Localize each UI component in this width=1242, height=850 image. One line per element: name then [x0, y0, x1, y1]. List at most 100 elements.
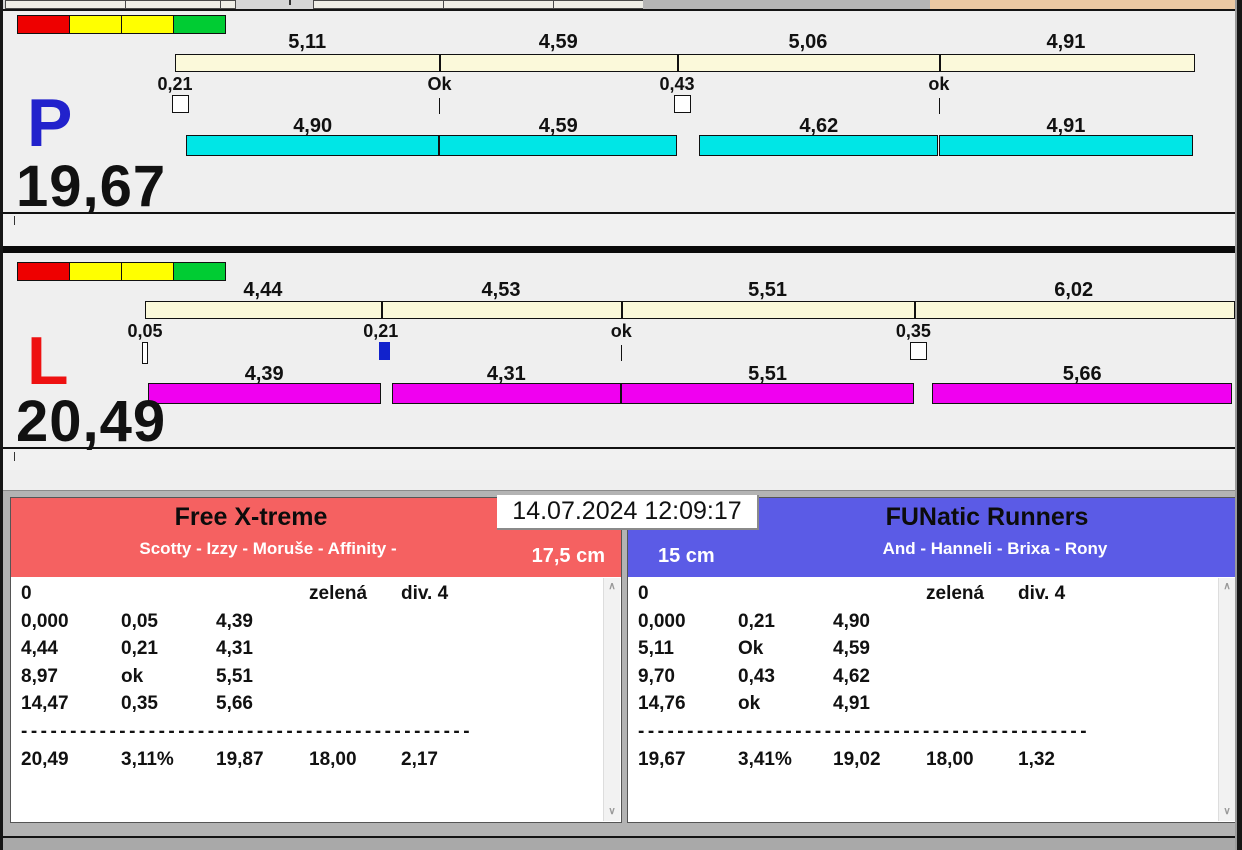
split-time-value: 4,53	[481, 279, 521, 301]
lane-letter: P	[27, 85, 73, 161]
table-cell: 4,31	[216, 638, 253, 659]
table-cell: 0,05	[121, 610, 158, 632]
window-left-border	[0, 0, 3, 850]
dog-time-labels: 4,90 4,59 4,62 4,91	[175, 115, 1193, 137]
split-time-value: 6,02	[1054, 279, 1094, 301]
cursor-artifact	[14, 452, 15, 461]
exchange-value: 0,21	[157, 74, 193, 94]
table-row: 0,000 0,05 4,39	[11, 611, 621, 639]
square-white-marker	[910, 342, 928, 360]
table-cell: 2,17	[401, 748, 438, 770]
datetime-display: 14.07.2024 12:09:17	[497, 495, 759, 530]
dog-run-bar	[145, 383, 1233, 404]
lane-divider	[3, 246, 1237, 253]
lane-total-time: 20,49	[16, 389, 167, 454]
table-row: 20,49 3,11% 19,87 18,00 2,17	[11, 749, 621, 777]
split-bar	[145, 301, 1235, 319]
table-cell: 5,66	[216, 693, 253, 714]
top-edge-widgets	[3, 0, 1237, 11]
dog-run-segment	[699, 135, 939, 156]
table-row: 14,47 0,35 5,66	[11, 693, 621, 721]
table-cell: Ok	[738, 638, 764, 659]
table-cell: 9,70	[638, 665, 675, 687]
table-cell: 4,62	[833, 665, 870, 687]
team-members: And - Hanneli - Brixa - Rony	[882, 539, 1108, 558]
split-divider	[439, 55, 442, 71]
table-cell: 0,35	[121, 693, 158, 714]
tick-marker	[621, 345, 623, 361]
table-cell: 5,51	[216, 665, 253, 687]
table-cell: 0,21	[738, 610, 775, 632]
exchange-value: ok	[928, 74, 950, 94]
table-cell: 4,90	[833, 610, 870, 632]
table-row: 0 zelená div. 4	[628, 583, 1236, 611]
cursor-artifact	[14, 216, 15, 225]
table-cell: 14,76	[638, 693, 686, 714]
square-white-marker	[674, 95, 692, 113]
table-cell: 18,00	[926, 748, 974, 770]
table-cell: ok	[738, 693, 761, 714]
dog-run-segment	[147, 383, 381, 404]
split-divider	[621, 302, 624, 318]
dog-time-labels: 4,39 4,31 5,51 5,66	[145, 363, 1233, 385]
window-artifact-box	[553, 0, 645, 9]
split-divider	[677, 55, 680, 71]
table-cell: 18,00	[309, 748, 357, 770]
dog-run-segment	[931, 383, 1233, 404]
window-artifact-box	[220, 0, 236, 9]
table-row: 19,67 3,41% 19,02 18,00 1,32	[628, 749, 1236, 777]
status-light	[17, 15, 70, 34]
split-time-value: 4,91	[1046, 31, 1086, 53]
jump-height-badge: 17,5 cm	[531, 545, 605, 567]
status-light	[121, 15, 174, 34]
table-cell: 0,000	[638, 610, 686, 632]
dog-run-segment	[391, 383, 621, 404]
window-artifact-box	[5, 0, 127, 9]
split-time-value: 5,11	[288, 31, 327, 53]
scroll-down-button[interactable]: ∨	[604, 807, 620, 817]
exchange-labels: 0,05 0,21 ok 0,35	[127, 321, 1233, 341]
spacer-strip	[3, 214, 1237, 246]
status-light	[69, 262, 122, 281]
table-cell: 0,000	[21, 610, 69, 632]
square-blue-marker	[378, 342, 390, 360]
window-right-border	[1235, 0, 1242, 850]
split-bar	[175, 54, 1195, 72]
table-cell: zelená	[309, 583, 368, 604]
exchange-labels: 0,21 Ok 0,43 ok	[157, 74, 1193, 94]
table-row: 8,97 ok 5,51	[11, 666, 621, 694]
dog-run-segment	[938, 135, 1193, 156]
dog-run-segment	[439, 135, 677, 156]
table-row: 0,000 0,21 4,90	[628, 611, 1236, 639]
window-artifact-tick	[289, 0, 291, 5]
table-cell: 0	[638, 583, 649, 604]
results-table: ∧ ∨ 0 zelená div. 4 0,000 0,21 4,90 5,11 Ok 4,59…	[628, 577, 1236, 822]
dog-run-segment	[621, 383, 914, 404]
exchange-value: Ok	[427, 74, 452, 94]
split-time-value: 4,44	[243, 279, 283, 301]
table-cell: 4,44	[21, 638, 58, 659]
table-cell: 3,41%	[738, 748, 792, 770]
table-cell: 3,11%	[121, 748, 174, 770]
table-cell: 0,21	[121, 638, 158, 659]
table-cell: 5,11	[638, 638, 674, 659]
window-artifact-bar	[643, 0, 930, 9]
table-cell: 20,49	[21, 748, 69, 770]
team-panel-left: Free X-treme Scotty - Izzy - Moruše - Af…	[10, 497, 622, 823]
exchange-value: ok	[610, 321, 632, 341]
split-time-value: 5,06	[788, 31, 828, 53]
lane-panel-l: L 4,44 4,53 5,51 6,02 0,05 0,21 ok 0,35 4,39 4,…	[3, 253, 1237, 454]
split-divider	[938, 55, 941, 71]
table-cell: ok	[121, 665, 144, 687]
table-row: 4,44 0,21 4,31	[11, 638, 621, 666]
table-cell: 19,87	[216, 748, 264, 770]
timing-app-window: P 5,11 4,59 5,06 4,91 0,21 Ok 0,43 ok 4,90 4,59…	[0, 0, 1242, 850]
table-row: 9,70 0,43 4,62	[628, 666, 1236, 694]
spacer-strip	[3, 450, 1237, 470]
bar-thin-marker	[142, 342, 148, 364]
separator-row: ----------------------------------------…	[11, 721, 621, 743]
split-time-labels: 4,44 4,53 5,51 6,02	[145, 279, 1233, 301]
scroll-down-button[interactable]: ∨	[1219, 807, 1235, 817]
table-cell: 19,02	[833, 748, 881, 770]
separator: ----------------------------------------…	[21, 720, 474, 742]
